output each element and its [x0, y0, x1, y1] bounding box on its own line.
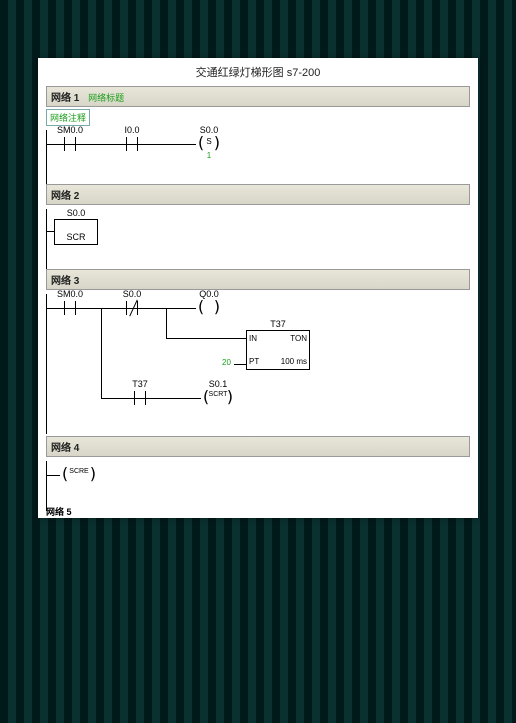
- coil-inner: SCRT: [209, 391, 228, 398]
- wire: [46, 475, 60, 476]
- contact-nc-s00: S0.0: [118, 301, 146, 315]
- network-1-title: 网络标题: [88, 93, 124, 103]
- document-page: 交通红绿灯梯形图 s7-200 网络 1 网络标题 网络注释 SM0.0 I0.…: [38, 58, 478, 518]
- contact-no-sm00: SM0.0: [56, 137, 84, 151]
- timer-in: IN: [249, 334, 257, 343]
- network-2-rung: S0.0 SCR: [46, 209, 470, 257]
- timer-label: T37: [270, 319, 286, 329]
- power-rail: [46, 294, 47, 434]
- timer-ton: TON: [290, 334, 307, 343]
- contact-label: SM0.0: [57, 289, 83, 299]
- scr-box-s00: S0.0 SCR: [54, 219, 98, 245]
- scr-label: S0.0: [67, 208, 86, 218]
- coil-scrt-s01: ( ) S0.1 SCRT: [201, 391, 235, 405]
- network-3-label: 网络 3: [51, 276, 79, 287]
- coil-inner: S: [206, 137, 211, 146]
- network-3-header: 网络 3: [46, 269, 470, 290]
- wire: [166, 308, 167, 338]
- paren-icon: (: [196, 297, 206, 316]
- contact-no-sm00-n3: SM0.0: [56, 301, 84, 315]
- nc-slash-icon: [126, 299, 140, 317]
- network-1-rung: SM0.0 I0.0 ( ) S0.0 S 1: [46, 130, 470, 166]
- contact-label: I0.0: [124, 125, 139, 135]
- timer-pt-value: 20: [222, 358, 231, 367]
- paren-icon: ): [212, 297, 222, 316]
- power-rail: [46, 461, 47, 511]
- paren-icon: (: [196, 133, 206, 152]
- wire: [101, 308, 102, 398]
- coil-inner: SCRE: [69, 468, 88, 475]
- network-2-label: 网络 2: [51, 191, 79, 202]
- coil-count: 1: [207, 151, 211, 160]
- contact-no-t37: T37: [126, 391, 154, 405]
- contact-label: SM0.0: [57, 125, 83, 135]
- wire: [166, 338, 246, 339]
- network-1-label: 网络 1: [51, 93, 79, 104]
- coil-q00: ( ) Q0.0: [196, 301, 222, 315]
- wire: [46, 231, 54, 232]
- timer-t37: T37 IN TON PT 100 ms: [246, 330, 310, 370]
- coil-scre: ( ) SCRE: [60, 468, 98, 482]
- paren-icon: ): [88, 464, 98, 483]
- network-3-rung: SM0.0 S0.0 ( ) Q0.0 T37 IN TON PT 100 ms…: [46, 294, 470, 424]
- network-1-comment: 网络注释: [46, 109, 90, 126]
- power-rail: [46, 209, 47, 277]
- timer-pt: PT: [249, 357, 259, 366]
- coil-set-s00: ( ) S0.0 S 1: [196, 137, 222, 151]
- network-2-header: 网络 2: [46, 184, 470, 205]
- network-4-rung: ( ) SCRE: [46, 461, 470, 491]
- network-4-header: 网络 4: [46, 436, 470, 457]
- page-title: 交通红绿灯梯形图 s7-200: [38, 58, 478, 84]
- network-5-label-partial: 网络 5: [46, 505, 470, 518]
- coil-label: Q0.0: [199, 289, 219, 299]
- paren-icon: (: [60, 464, 70, 483]
- contact-label: T37: [132, 379, 148, 389]
- coil-label: S0.1: [209, 379, 228, 389]
- coil-label: S0.0: [200, 125, 219, 135]
- contact-label: S0.0: [123, 289, 142, 299]
- power-rail: [46, 130, 47, 186]
- network-4-label: 网络 4: [51, 443, 79, 454]
- network-1-header: 网络 1 网络标题: [46, 86, 470, 107]
- scr-text: SCR: [55, 232, 97, 242]
- timer-timebase: 100 ms: [281, 357, 307, 366]
- paren-icon: ): [212, 133, 222, 152]
- wire: [234, 364, 246, 365]
- contact-no-i00: I0.0: [118, 137, 146, 151]
